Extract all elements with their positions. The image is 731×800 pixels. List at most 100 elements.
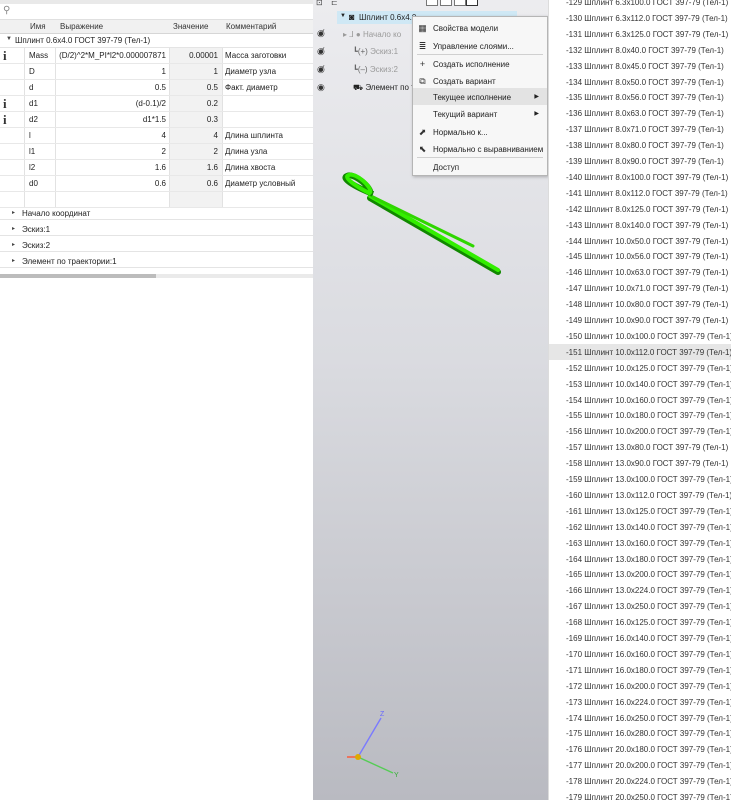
variant-item[interactable]: -172 Шплинт 16.0x200.0 ГОСТ 397-79 (Тел-… (549, 678, 731, 694)
variant-item[interactable]: -146 Шплинт 10.0x63.0 ГОСТ 397-79 (Тел-1… (549, 264, 731, 280)
scrollbar-thumb[interactable] (0, 274, 156, 278)
variant-item[interactable]: -143 Шплинт 8.0x140.0 ГОСТ 397-79 (Тел-1… (549, 217, 731, 233)
search-input[interactable] (14, 5, 308, 18)
variant-item[interactable]: -130 Шплинт 6.3x112.0 ГОСТ 397-79 (Тел-1… (549, 10, 731, 26)
table-row[interactable]: d0 0.6 0.6 Диаметр условный (0, 176, 313, 192)
section-row[interactable]: ▸ Эскиз:1 (0, 223, 313, 236)
variant-item[interactable]: -152 Шплинт 10.0x125.0 ГОСТ 397-79 (Тел-… (549, 360, 731, 376)
variable-comment[interactable]: Длина хвоста (225, 163, 311, 172)
cotter-pin-model[interactable] (342, 172, 501, 275)
table-row[interactable]: D 1 1 Диаметр узла (0, 64, 313, 80)
variable-name[interactable]: l1 (25, 147, 59, 156)
variant-item[interactable]: -169 Шплинт 16.0x140.0 ГОСТ 397-79 (Тел-… (549, 630, 731, 646)
variant-item[interactable]: -175 Шплинт 16.0x280.0 ГОСТ 397-79 (Тел-… (549, 725, 731, 741)
variant-item[interactable]: -142 Шплинт 8.0x125.0 ГОСТ 397-79 (Тел-1… (549, 201, 731, 217)
column-header-name[interactable]: Имя (30, 22, 46, 31)
table-row[interactable]: l 4 4 Длина шплинта (0, 128, 313, 144)
table-row[interactable]: i d1 (d-0.1)/2 0.2 (0, 96, 313, 112)
variant-item[interactable]: -155 Шплинт 10.0x180.0 ГОСТ 397-79 (Тел-… (549, 407, 731, 423)
variable-expression[interactable]: (d-0.1)/2 (56, 99, 170, 108)
variant-item[interactable]: -159 Шплинт 13.0x100.0 ГОСТ 397-79 (Тел-… (549, 471, 731, 487)
variant-item[interactable]: -164 Шплинт 13.0x180.0 ГОСТ 397-79 (Тел-… (549, 551, 731, 567)
menu-item[interactable]: ⬈ Нормально к... (413, 123, 547, 140)
variable-name[interactable]: d0 (25, 179, 59, 188)
variant-item[interactable]: -145 Шплинт 10.0x56.0 ГОСТ 397-79 (Тел-1… (549, 248, 731, 264)
variant-item[interactable]: -131 Шплинт 6.3x125.0 ГОСТ 397-79 (Тел-1… (549, 26, 731, 42)
expand-arrow-icon[interactable]: ▸ (12, 241, 15, 248)
column-header-value[interactable]: Значение (173, 22, 208, 31)
section-row[interactable]: ▸ Элемент по траектории:1 (0, 255, 313, 268)
variable-name[interactable]: d1 (25, 99, 59, 108)
variant-item[interactable]: -144 Шплинт 10.0x50.0 ГОСТ 397-79 (Тел-1… (549, 233, 731, 249)
variant-item[interactable]: -137 Шплинт 8.0x71.0 ГОСТ 397-79 (Тел-1) (549, 121, 731, 137)
variable-name[interactable]: D (25, 67, 59, 76)
menu-item[interactable]: Доступ (413, 158, 547, 175)
menu-item[interactable]: + Создать исполнение (413, 55, 547, 72)
variant-item[interactable]: -153 Шплинт 10.0x140.0 ГОСТ 397-79 (Тел-… (549, 376, 731, 392)
variant-item[interactable]: -147 Шплинт 10.0x71.0 ГОСТ 397-79 (Тел-1… (549, 280, 731, 296)
menu-item[interactable]: Текущий вариант ▶ (413, 105, 547, 122)
collapse-arrow-icon[interactable]: ▼ (6, 36, 12, 42)
variant-item[interactable]: -141 Шплинт 8.0x112.0 ГОСТ 397-79 (Тел-1… (549, 185, 731, 201)
variable-comment[interactable]: Факт. диаметр (225, 83, 311, 92)
menu-item[interactable]: ≣ Управление слоями... (413, 37, 547, 54)
column-header-comment[interactable]: Комментарий (226, 22, 276, 31)
variant-item[interactable]: -163 Шплинт 13.0x160.0 ГОСТ 397-79 (Тел-… (549, 535, 731, 551)
variable-name[interactable]: l2 (25, 163, 59, 172)
variable-name[interactable]: d (25, 83, 59, 92)
variant-item[interactable]: -171 Шплинт 16.0x180.0 ГОСТ 397-79 (Тел-… (549, 662, 731, 678)
variant-item[interactable]: -138 Шплинт 8.0x80.0 ГОСТ 397-79 (Тел-1) (549, 137, 731, 153)
variable-comment[interactable]: Длина шплинта (225, 131, 311, 140)
section-row[interactable]: ▸ Начало координат (0, 207, 313, 220)
variable-comment[interactable]: Масса заготовки (225, 51, 311, 60)
variant-item[interactable]: -158 Шплинт 13.0x90.0 ГОСТ 397-79 (Тел-1… (549, 455, 731, 471)
menu-item[interactable]: ▦ Свойства модели (413, 19, 547, 36)
variable-name[interactable]: d2 (25, 115, 59, 124)
variant-item[interactable]: -162 Шплинт 13.0x140.0 ГОСТ 397-79 (Тел-… (549, 519, 731, 535)
variable-expression[interactable]: 0.5 (56, 83, 170, 92)
expand-arrow-icon[interactable]: ▸ (12, 209, 15, 216)
menu-item[interactable]: Текущее исполнение ▶ (413, 88, 547, 105)
variant-item[interactable]: -129 Шплинт 6.3x100.0 ГОСТ 397-79 (Тел-1… (549, 0, 731, 10)
expand-arrow-icon[interactable]: ▸ (12, 225, 15, 232)
info-icon[interactable]: i (3, 48, 7, 64)
expand-arrow-icon[interactable]: ▸ (12, 257, 15, 264)
variant-item[interactable]: -174 Шплинт 16.0x250.0 ГОСТ 397-79 (Тел-… (549, 710, 731, 726)
variable-expression[interactable]: 1 (56, 67, 170, 76)
variant-item[interactable]: -132 Шплинт 8.0x40.0 ГОСТ 397-79 (Тел-1) (549, 42, 731, 58)
variable-comment[interactable]: Длина узла (225, 147, 311, 156)
variable-expression[interactable]: d1*1.5 (56, 115, 170, 124)
variant-item[interactable]: -176 Шплинт 20.0x180.0 ГОСТ 397-79 (Тел-… (549, 741, 731, 757)
variable-comment[interactable]: Диаметр узла (225, 67, 311, 76)
variant-item[interactable]: -133 Шплинт 8.0x45.0 ГОСТ 397-79 (Тел-1) (549, 58, 731, 74)
menu-item[interactable]: ⬉ Нормально с выравниванием (413, 140, 547, 157)
variant-item[interactable]: -168 Шплинт 16.0x125.0 ГОСТ 397-79 (Тел-… (549, 614, 731, 630)
variant-item[interactable]: -167 Шплинт 13.0x250.0 ГОСТ 397-79 (Тел-… (549, 598, 731, 614)
variant-item[interactable]: -156 Шплинт 10.0x200.0 ГОСТ 397-79 (Тел-… (549, 423, 731, 439)
variant-item[interactable]: -166 Шплинт 13.0x224.0 ГОСТ 397-79 (Тел-… (549, 582, 731, 598)
variant-item[interactable]: -149 Шплинт 10.0x90.0 ГОСТ 397-79 (Тел-1… (549, 312, 731, 328)
horizontal-scrollbar[interactable] (0, 274, 313, 278)
variant-item[interactable]: -140 Шплинт 8.0x100.0 ГОСТ 397-79 (Тел-1… (549, 169, 731, 185)
variant-item[interactable]: -154 Шплинт 10.0x160.0 ГОСТ 397-79 (Тел-… (549, 392, 731, 408)
search-icon[interactable]: ⚲ (3, 5, 10, 16)
variable-group[interactable]: ▼ Шплинт 0.6x4.0 ГОСТ 397-79 (Тел-1) (0, 34, 313, 48)
variant-item[interactable]: -165 Шплинт 13.0x200.0 ГОСТ 397-79 (Тел-… (549, 566, 731, 582)
table-row[interactable]: i Mass (D/2)^2*M_PI*l2*0.000007871 0.00001 М… (0, 48, 313, 64)
variant-item[interactable]: -161 Шплинт 13.0x125.0 ГОСТ 397-79 (Тел-… (549, 503, 731, 519)
variant-item[interactable]: -134 Шплинт 8.0x50.0 ГОСТ 397-79 (Тел-1) (549, 74, 731, 90)
variant-item[interactable]: -135 Шплинт 8.0x56.0 ГОСТ 397-79 (Тел-1) (549, 89, 731, 105)
table-row[interactable]: l2 1.6 1.6 Длина хвоста (0, 160, 313, 176)
variable-name[interactable]: l (25, 131, 59, 140)
search-bar[interactable]: ⚲ (0, 4, 313, 20)
variant-item[interactable]: -148 Шплинт 10.0x80.0 ГОСТ 397-79 (Тел-1… (549, 296, 731, 312)
variant-item[interactable]: -160 Шплинт 13.0x112.0 ГОСТ 397-79 (Тел-… (549, 487, 731, 503)
table-row[interactable] (0, 192, 313, 208)
table-row[interactable]: l1 2 2 Длина узла (0, 144, 313, 160)
variable-expression[interactable]: (D/2)^2*M_PI*l2*0.000007871 (56, 51, 170, 60)
section-row[interactable]: ▸ Эскиз:2 (0, 239, 313, 252)
variant-item[interactable]: -151 Шплинт 10.0x112.0 ГОСТ 397-79 (Тел-… (549, 343, 731, 360)
table-row[interactable]: d 0.5 0.5 Факт. диаметр (0, 80, 313, 96)
variant-item[interactable]: -177 Шплинт 20.0x200.0 ГОСТ 397-79 (Тел-… (549, 757, 731, 773)
variable-expression[interactable]: 0.6 (56, 179, 170, 188)
